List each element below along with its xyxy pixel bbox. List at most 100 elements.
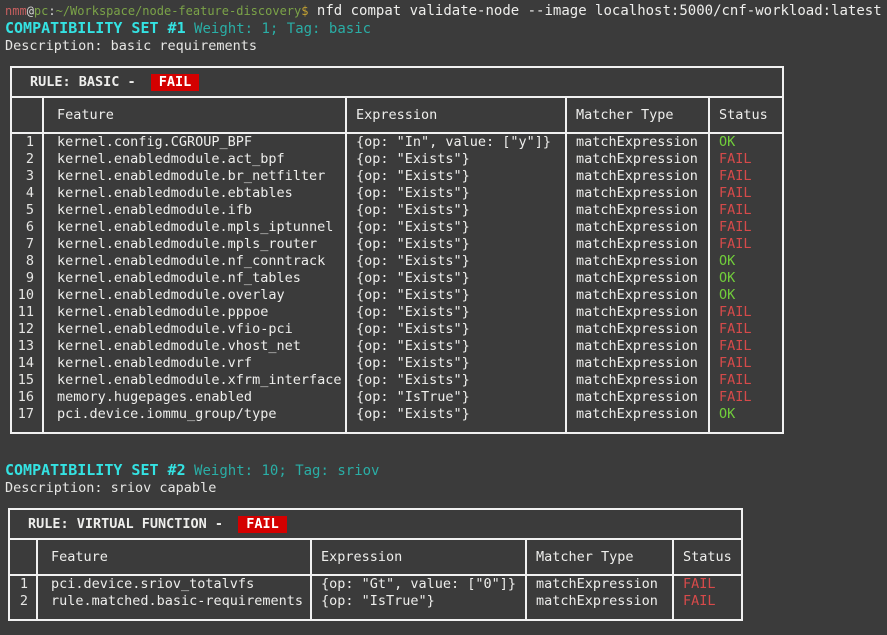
column-header-expression: Expression	[346, 97, 566, 133]
row-number-cell: 2	[11, 151, 43, 168]
compat-set-2-description: Description: sriov capable	[5, 480, 887, 497]
compat-set-1-header: COMPATIBILITY SET #1 Weight: 1; Tag: bas…	[5, 20, 887, 38]
feature-cell: kernel.enabledmodule.mpls_router	[43, 236, 346, 253]
prompt-colon: :	[48, 4, 55, 18]
feature-cell: kernel.enabledmodule.vhost_net	[43, 338, 346, 355]
row-number-cell: 17	[11, 406, 43, 433]
column-header-feature: Feature	[43, 97, 346, 133]
row-number-cell: 3	[11, 168, 43, 185]
matcher-type-cell: matchExpression	[526, 593, 673, 620]
column-header-row: Feature Expression Matcher Type Status	[11, 97, 783, 133]
feature-cell: kernel.enabledmodule.mpls_iptunnel	[43, 219, 346, 236]
row-number-cell: 10	[11, 287, 43, 304]
feature-cell: pci.device.sriov_totalvfs	[37, 575, 311, 593]
table-row: 7 kernel.enabledmodule.mpls_router {op: …	[11, 236, 783, 253]
expression-cell: {op: "Exists"}	[346, 304, 566, 321]
feature-cell: kernel.enabledmodule.overlay	[43, 287, 346, 304]
status-cell: OK	[709, 253, 783, 270]
rule-title-cell: RULE: BASIC - FAIL	[11, 67, 783, 97]
expression-cell: {op: "Exists"}	[346, 355, 566, 372]
compat-set-2-header: COMPATIBILITY SET #2 Weight: 10; Tag: sr…	[5, 462, 887, 480]
table-row: 11 kernel.enabledmodule.pppoe {op: "Exis…	[11, 304, 783, 321]
expression-cell: {op: "Exists"}	[346, 338, 566, 355]
row-number-cell: 12	[11, 321, 43, 338]
row-number-cell: 5	[11, 202, 43, 219]
rule-title-row: RULE: VIRTUAL FUNCTION - FAIL	[9, 509, 742, 539]
row-number-cell: 2	[9, 593, 37, 620]
status-cell: OK	[709, 287, 783, 304]
feature-cell: kernel.enabledmodule.nf_conntrack	[43, 253, 346, 270]
matcher-type-cell: matchExpression	[566, 219, 709, 236]
prompt-at-symbol: @	[27, 4, 34, 18]
compat-set-1-meta: Weight: 1; Tag: basic	[186, 21, 371, 37]
status-cell: FAIL	[709, 151, 783, 168]
expression-cell: {op: "Exists"}	[346, 321, 566, 338]
row-number-cell: 11	[11, 304, 43, 321]
table-row: 2 kernel.enabledmodule.act_bpf {op: "Exi…	[11, 151, 783, 168]
status-cell: FAIL	[709, 355, 783, 372]
rule-title: RULE: VIRTUAL FUNCTION -	[28, 516, 231, 532]
compat-set-2-title: COMPATIBILITY SET #2	[5, 461, 186, 479]
command-text: nfd compat validate-node --image localho…	[308, 3, 881, 19]
feature-cell: kernel.enabledmodule.xfrm_interface	[43, 372, 346, 389]
table-row: 15 kernel.enabledmodule.xfrm_interface {…	[11, 372, 783, 389]
column-header-status: Status	[709, 97, 783, 133]
column-header-matcher-type: Matcher Type	[526, 539, 673, 575]
status-cell: FAIL	[709, 389, 783, 406]
expression-cell: {op: "Exists"}	[346, 219, 566, 236]
table-row: 4 kernel.enabledmodule.ebtables {op: "Ex…	[11, 185, 783, 202]
matcher-type-cell: matchExpression	[566, 168, 709, 185]
status-cell: FAIL	[709, 338, 783, 355]
status-cell: FAIL	[709, 236, 783, 253]
status-cell: FAIL	[709, 168, 783, 185]
status-cell: OK	[709, 270, 783, 287]
row-number-cell: 9	[11, 270, 43, 287]
rule-table-basic: RULE: BASIC - FAIL Feature Expression Ma…	[10, 66, 784, 434]
matcher-type-cell: matchExpression	[566, 406, 709, 433]
row-number-cell: 4	[11, 185, 43, 202]
row-number-cell: 15	[11, 372, 43, 389]
matcher-type-cell: matchExpression	[566, 338, 709, 355]
feature-cell: rule.matched.basic-requirements	[37, 593, 311, 620]
matcher-type-cell: matchExpression	[566, 321, 709, 338]
feature-cell: kernel.enabledmodule.ifb	[43, 202, 346, 219]
expression-cell: {op: "Exists"}	[346, 253, 566, 270]
expression-cell: {op: "IsTrue"}	[311, 593, 526, 620]
status-cell: FAIL	[709, 321, 783, 338]
column-header-status: Status	[673, 539, 742, 575]
compat-set-2-meta: Weight: 10; Tag: sriov	[186, 463, 380, 479]
feature-cell: kernel.enabledmodule.vfio-pci	[43, 321, 346, 338]
table-row: 13 kernel.enabledmodule.vhost_net {op: "…	[11, 338, 783, 355]
expression-cell: {op: "Exists"}	[346, 270, 566, 287]
matcher-type-cell: matchExpression	[566, 372, 709, 389]
feature-cell: kernel.enabledmodule.act_bpf	[43, 151, 346, 168]
compat-set-1-description: Description: basic requirements	[5, 38, 887, 55]
row-number-cell: 13	[11, 338, 43, 355]
rule-title-row: RULE: BASIC - FAIL	[11, 67, 783, 97]
matcher-type-cell: matchExpression	[566, 355, 709, 372]
feature-cell: kernel.enabledmodule.vrf	[43, 355, 346, 372]
row-number-cell: 1	[9, 575, 37, 593]
matcher-type-cell: matchExpression	[566, 151, 709, 168]
column-header-expression: Expression	[311, 539, 526, 575]
matcher-type-cell: matchExpression	[566, 202, 709, 219]
table-row: 1 pci.device.sriov_totalvfs {op: "Gt", v…	[9, 575, 742, 593]
prompt-username: nmm	[5, 4, 27, 18]
row-number-cell: 8	[11, 253, 43, 270]
table-row: 12 kernel.enabledmodule.vfio-pci {op: "E…	[11, 321, 783, 338]
expression-cell: {op: "IsTrue"}	[346, 389, 566, 406]
row-number-cell: 7	[11, 236, 43, 253]
matcher-type-cell: matchExpression	[526, 575, 673, 593]
table-row: 8 kernel.enabledmodule.nf_conntrack {op:…	[11, 253, 783, 270]
rule-fail-badge: FAIL	[151, 74, 200, 91]
matcher-type-cell: matchExpression	[566, 287, 709, 304]
prompt-line: nmm@pc:~/Workspace/node-feature-discover…	[5, 3, 887, 20]
expression-cell: {op: "Exists"}	[346, 236, 566, 253]
expression-cell: {op: "Exists"}	[346, 202, 566, 219]
section-spacer	[5, 434, 887, 462]
status-cell: FAIL	[709, 219, 783, 236]
compat-set-1-title: COMPATIBILITY SET #1	[5, 19, 186, 37]
row-number-cell: 16	[11, 389, 43, 406]
status-cell: FAIL	[673, 575, 742, 593]
feature-cell: kernel.enabledmodule.nf_tables	[43, 270, 346, 287]
